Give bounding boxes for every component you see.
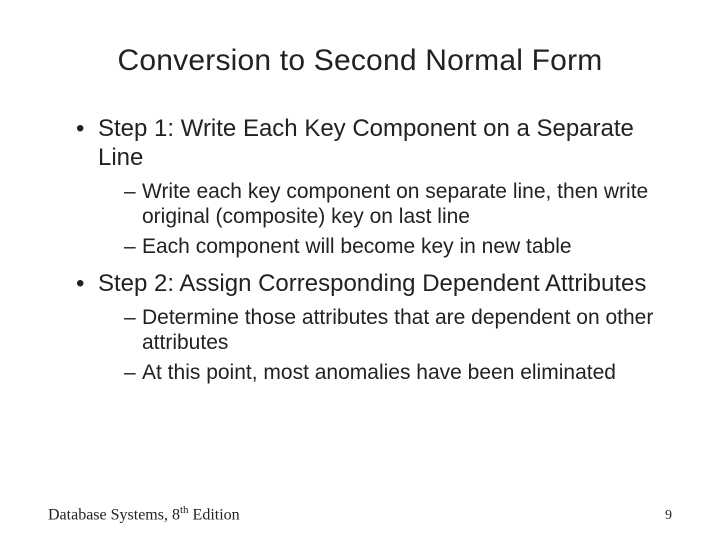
list-item-text: Step 1: Write Each Key Component on a Se… bbox=[98, 115, 634, 171]
footer: Database Systems, 8th Edition 9 bbox=[48, 504, 672, 524]
page-number: 9 bbox=[665, 508, 672, 524]
list-item-text: At this point, most anomalies have been … bbox=[142, 361, 616, 384]
list-item-text: Step 2: Assign Corresponding Dependent A… bbox=[98, 270, 646, 297]
footer-source: Database Systems, 8th Edition bbox=[48, 504, 240, 524]
footer-source-prefix: Database Systems, 8 bbox=[48, 506, 180, 523]
list-item-text: Write each key component on separate lin… bbox=[142, 180, 648, 229]
list-item: Write each key component on separate lin… bbox=[124, 179, 672, 230]
list-item-text: Each component will become key in new ta… bbox=[142, 235, 572, 258]
list-item: Step 1: Write Each Key Component on a Se… bbox=[76, 114, 672, 259]
list-item-text: Determine those attributes that are depe… bbox=[142, 306, 653, 355]
slide: Conversion to Second Normal Form Step 1:… bbox=[0, 0, 720, 540]
sub-list: Determine those attributes that are depe… bbox=[98, 305, 672, 386]
list-item: At this point, most anomalies have been … bbox=[124, 360, 672, 386]
list-item: Step 2: Assign Corresponding Dependent A… bbox=[76, 269, 672, 385]
slide-title: Conversion to Second Normal Form bbox=[48, 44, 672, 78]
bullet-list: Step 1: Write Each Key Component on a Se… bbox=[48, 114, 672, 385]
list-item: Each component will become key in new ta… bbox=[124, 234, 672, 260]
list-item: Determine those attributes that are depe… bbox=[124, 305, 672, 356]
footer-source-suffix: Edition bbox=[189, 506, 240, 523]
footer-source-sup: th bbox=[180, 504, 189, 516]
sub-list: Write each key component on separate lin… bbox=[98, 179, 672, 260]
